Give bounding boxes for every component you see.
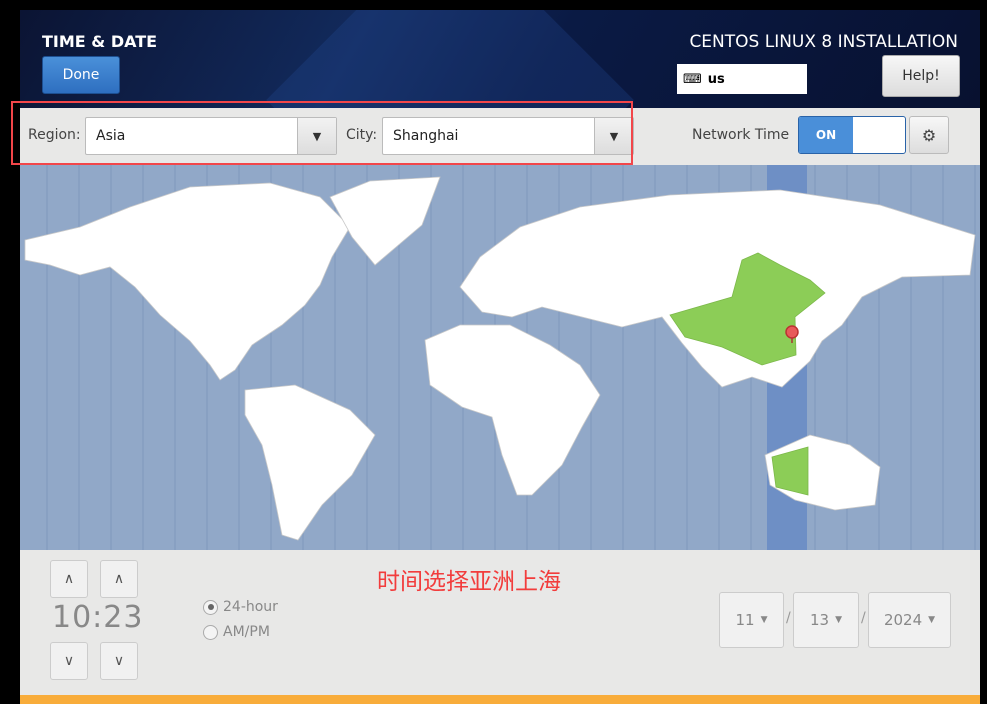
format-label: 24-hour (223, 599, 278, 615)
gear-icon: ⚙ (921, 125, 937, 145)
done-button[interactable]: Done (42, 56, 120, 94)
annotation-text: 时间选择亚洲上海 (377, 569, 561, 595)
time-display: 10:23 (52, 600, 144, 635)
progress-bar (20, 695, 980, 704)
keyboard-layout-indicator[interactable]: ⌨ us (677, 64, 807, 94)
help-button[interactable]: Help! (882, 55, 960, 97)
product-title: CENTOS LINUX 8 INSTALLATION (689, 32, 958, 52)
format-label: AM/PM (223, 624, 270, 640)
year-dropdown[interactable]: 2024 ▼ (868, 592, 951, 648)
year-value: 2024 (883, 611, 923, 629)
minute-down-button[interactable]: ∨ (100, 642, 138, 680)
format-ampm-radio[interactable]: AM/PM (203, 624, 270, 640)
header: TIME & DATE Done CENTOS LINUX 8 INSTALLA… (20, 10, 980, 108)
date-separator: / (786, 610, 791, 626)
page-title: TIME & DATE (42, 32, 158, 51)
timezone-map[interactable] (20, 165, 980, 550)
day-value: 13 (809, 611, 830, 629)
radio-unselected-icon (203, 624, 218, 640)
chevron-down-icon: ▼ (760, 615, 768, 625)
keyboard-layout-label: us (707, 71, 725, 87)
radio-selected-icon (203, 599, 218, 615)
toggle-on-label: ON (799, 117, 853, 153)
hour-down-button[interactable]: ∨ (50, 642, 88, 680)
network-time-label: Network Time (692, 127, 790, 143)
date-separator: / (861, 610, 866, 626)
month-dropdown[interactable]: 11 ▼ (719, 592, 784, 648)
day-dropdown[interactable]: 13 ▼ (793, 592, 859, 648)
chevron-down-icon: ▼ (835, 615, 842, 625)
annotation-highlight-box (11, 101, 633, 165)
chevron-down-icon: ▼ (928, 615, 936, 625)
hour-up-button[interactable]: ∧ (50, 560, 88, 598)
month-value: 11 (735, 611, 755, 629)
network-time-toggle[interactable]: ON (798, 116, 906, 154)
format-24-hour-radio[interactable]: 24-hour (203, 599, 278, 615)
minute-up-button[interactable]: ∧ (100, 560, 138, 598)
keyboard-icon: ⌨ (683, 71, 702, 87)
ntp-settings-button[interactable]: ⚙ (909, 116, 949, 154)
